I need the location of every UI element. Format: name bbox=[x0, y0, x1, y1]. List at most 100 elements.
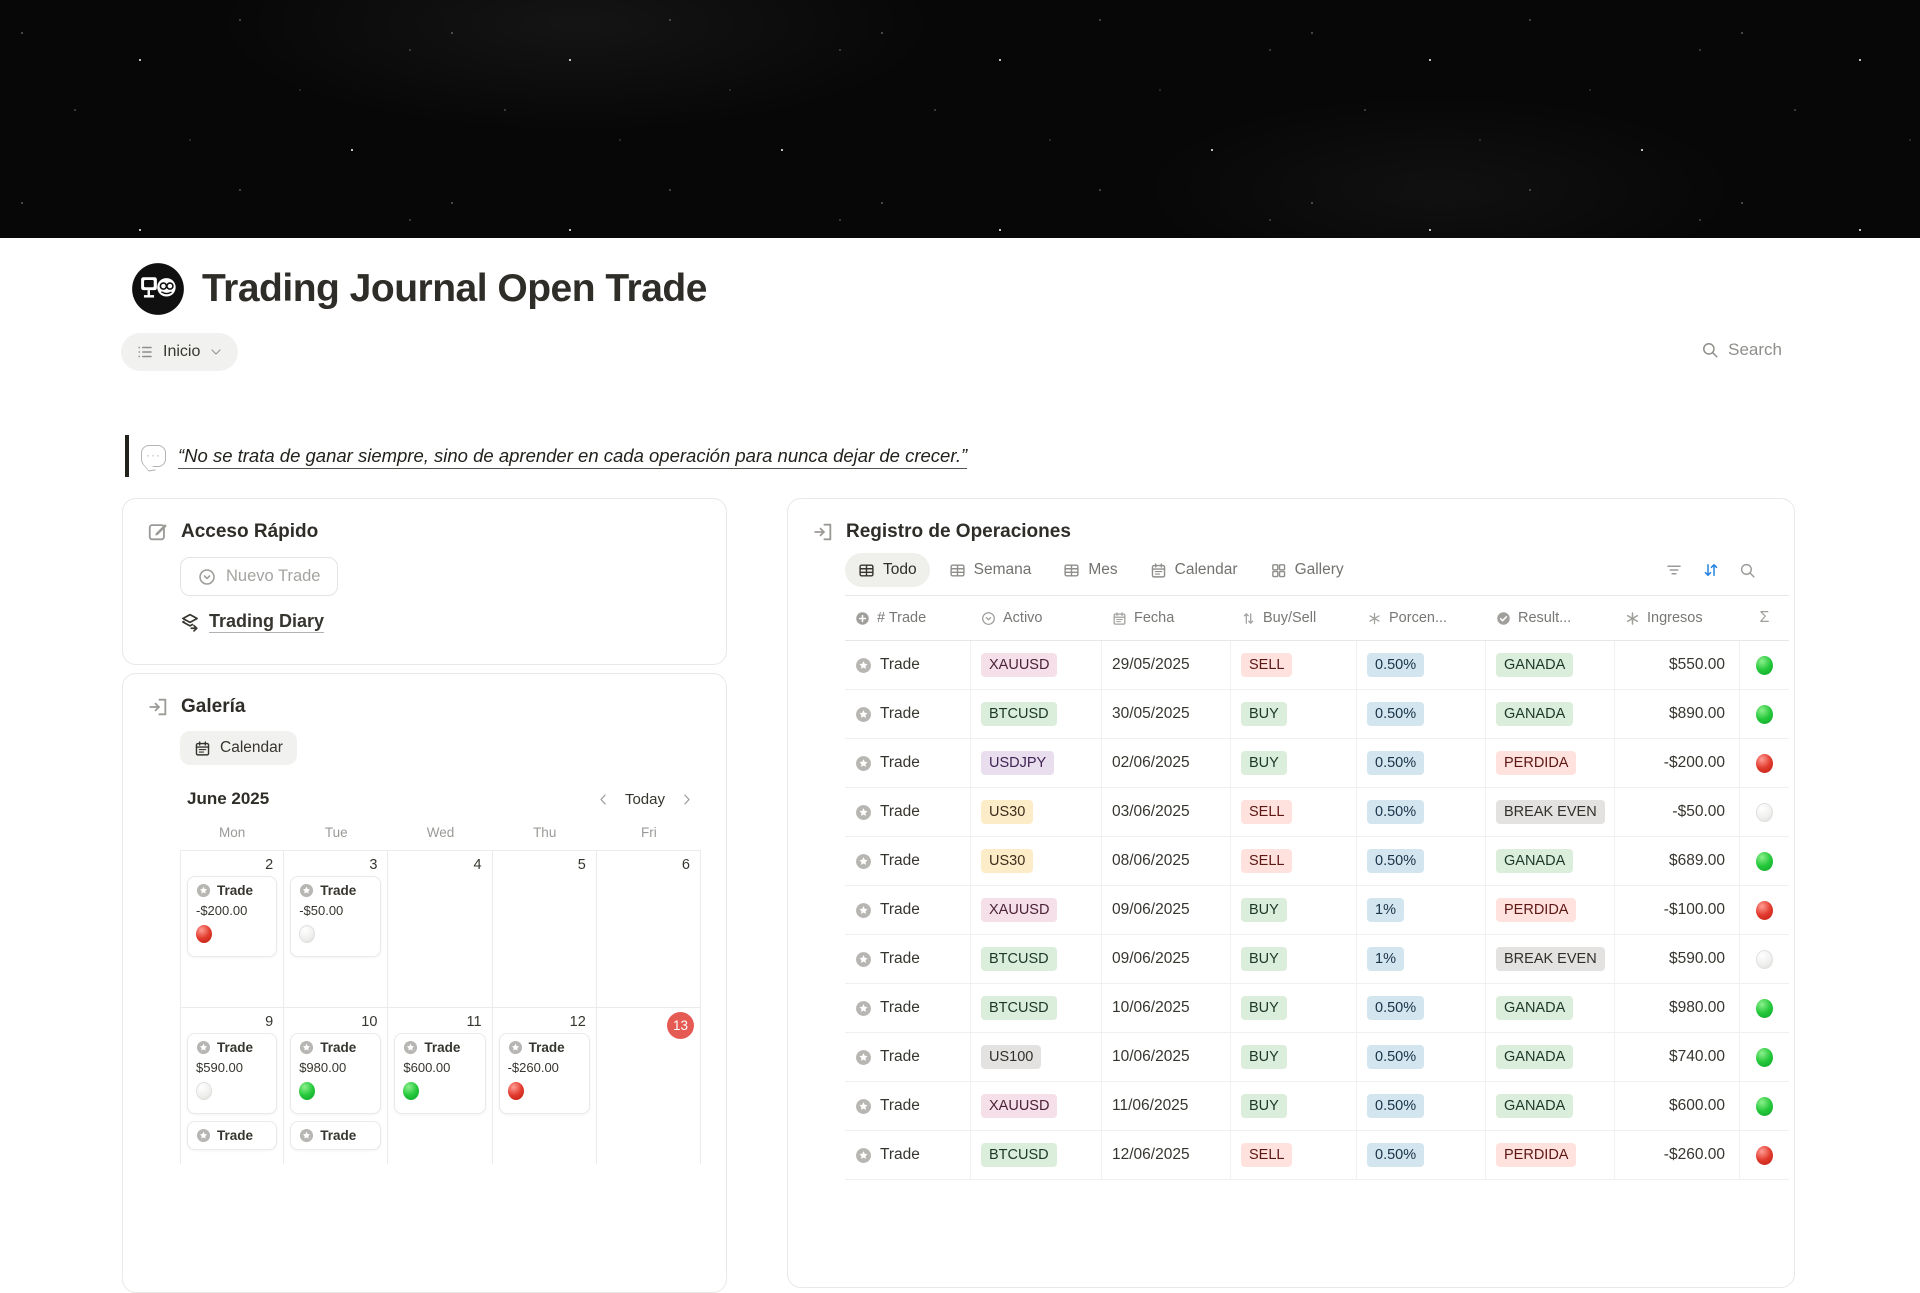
ingresos-cell[interactable]: $550.00 bbox=[1615, 641, 1740, 689]
fecha-cell[interactable]: 29/05/2025 bbox=[1102, 641, 1231, 689]
activo-cell[interactable]: US30 bbox=[971, 788, 1102, 836]
trade-cell[interactable]: Trade bbox=[845, 739, 971, 787]
ingresos-cell[interactable]: $890.00 bbox=[1615, 690, 1740, 738]
resultado-cell[interactable]: GANADA bbox=[1486, 837, 1615, 885]
table-row[interactable]: Trade BTCUSD 10/06/2025 BUY 0.50% GANADA… bbox=[845, 984, 1789, 1033]
col-header-porcentaje[interactable]: Porcen... bbox=[1357, 596, 1486, 640]
search-button[interactable]: Search bbox=[1701, 340, 1782, 360]
col-header-resultado[interactable]: Result... bbox=[1486, 596, 1615, 640]
table-row[interactable]: Trade US30 08/06/2025 SELL 0.50% GANADA … bbox=[845, 837, 1789, 886]
porcentaje-cell[interactable]: 0.50% bbox=[1357, 1082, 1486, 1130]
trade-cell[interactable]: Trade bbox=[845, 788, 971, 836]
table-row[interactable]: Trade USDJPY 02/06/2025 BUY 0.50% PERDID… bbox=[845, 739, 1789, 788]
resultado-cell[interactable]: PERDIDA bbox=[1486, 886, 1615, 934]
ingresos-cell[interactable]: -$50.00 bbox=[1615, 788, 1740, 836]
fecha-cell[interactable]: 11/06/2025 bbox=[1102, 1082, 1231, 1130]
sort-icon[interactable] bbox=[1702, 561, 1720, 579]
resultado-cell[interactable]: GANADA bbox=[1486, 1033, 1615, 1081]
ingresos-cell[interactable]: $689.00 bbox=[1615, 837, 1740, 885]
porcentaje-cell[interactable]: 0.50% bbox=[1357, 984, 1486, 1032]
fecha-cell[interactable]: 10/06/2025 bbox=[1102, 1033, 1231, 1081]
resultado-cell[interactable]: PERDIDA bbox=[1486, 1131, 1615, 1179]
status-cell[interactable] bbox=[1740, 788, 1789, 836]
trade-cell[interactable]: Trade bbox=[845, 984, 971, 1032]
calendar-event-card[interactable]: Trade $590.00 bbox=[187, 1033, 277, 1114]
trade-cell[interactable]: Trade bbox=[845, 886, 971, 934]
status-cell[interactable] bbox=[1740, 837, 1789, 885]
buysell-cell[interactable]: SELL bbox=[1231, 788, 1357, 836]
status-cell[interactable] bbox=[1740, 984, 1789, 1032]
resultado-cell[interactable]: PERDIDA bbox=[1486, 739, 1615, 787]
col-header-trade[interactable]: # Trade bbox=[845, 596, 971, 640]
calendar-day-cell[interactable]: 13 bbox=[597, 1008, 701, 1164]
ingresos-cell[interactable]: -$100.00 bbox=[1615, 886, 1740, 934]
porcentaje-cell[interactable]: 0.50% bbox=[1357, 739, 1486, 787]
trade-cell[interactable]: Trade bbox=[845, 1082, 971, 1130]
tab-gallery[interactable]: Gallery bbox=[1257, 553, 1357, 587]
calendar-day-cell[interactable]: 5 bbox=[493, 851, 597, 1007]
calendar-event-card[interactable]: Trade $600.00 bbox=[394, 1033, 485, 1114]
table-row[interactable]: Trade US30 03/06/2025 SELL 0.50% BREAK E… bbox=[845, 788, 1789, 837]
resultado-cell[interactable]: BREAK EVEN bbox=[1486, 788, 1615, 836]
buysell-cell[interactable]: BUY bbox=[1231, 935, 1357, 983]
calendar-event-card[interactable]: Trade -$260.00 bbox=[499, 1033, 590, 1114]
status-cell[interactable] bbox=[1740, 1082, 1789, 1130]
activo-cell[interactable]: US100 bbox=[971, 1033, 1102, 1081]
trade-cell[interactable]: Trade bbox=[845, 935, 971, 983]
fecha-cell[interactable]: 09/06/2025 bbox=[1102, 886, 1231, 934]
porcentaje-cell[interactable]: 1% bbox=[1357, 886, 1486, 934]
page-logo-icon[interactable] bbox=[131, 262, 185, 316]
tab-semana[interactable]: Semana bbox=[936, 553, 1045, 587]
table-row[interactable]: Trade XAUUSD 09/06/2025 BUY 1% PERDIDA -… bbox=[845, 886, 1789, 935]
col-header-ingresos[interactable]: Ingresos bbox=[1615, 596, 1740, 640]
fecha-cell[interactable]: 10/06/2025 bbox=[1102, 984, 1231, 1032]
trade-cell[interactable]: Trade bbox=[845, 837, 971, 885]
resultado-cell[interactable]: BREAK EVEN bbox=[1486, 935, 1615, 983]
prev-month-icon[interactable] bbox=[596, 792, 611, 807]
ingresos-cell[interactable]: $980.00 bbox=[1615, 984, 1740, 1032]
trade-cell[interactable]: Trade bbox=[845, 1131, 971, 1179]
fecha-cell[interactable]: 12/06/2025 bbox=[1102, 1131, 1231, 1179]
porcentaje-cell[interactable]: 0.50% bbox=[1357, 788, 1486, 836]
today-button[interactable]: Today bbox=[625, 791, 665, 808]
calendar-day-cell[interactable]: 12 Trade -$260.00 bbox=[493, 1008, 597, 1164]
buysell-cell[interactable]: BUY bbox=[1231, 1082, 1357, 1130]
activo-cell[interactable]: BTCUSD bbox=[971, 935, 1102, 983]
table-row[interactable]: Trade US100 10/06/2025 BUY 0.50% GANADA … bbox=[845, 1033, 1789, 1082]
status-cell[interactable] bbox=[1740, 886, 1789, 934]
ingresos-cell[interactable]: $600.00 bbox=[1615, 1082, 1740, 1130]
activo-cell[interactable]: XAUUSD bbox=[971, 641, 1102, 689]
col-header-fecha[interactable]: Fecha bbox=[1102, 596, 1231, 640]
next-month-icon[interactable] bbox=[679, 792, 694, 807]
fecha-cell[interactable]: 03/06/2025 bbox=[1102, 788, 1231, 836]
porcentaje-cell[interactable]: 1% bbox=[1357, 935, 1486, 983]
buysell-cell[interactable]: BUY bbox=[1231, 886, 1357, 934]
ingresos-cell[interactable]: -$260.00 bbox=[1615, 1131, 1740, 1179]
table-row[interactable]: Trade XAUUSD 29/05/2025 SELL 0.50% GANAD… bbox=[845, 641, 1789, 690]
filter-icon[interactable] bbox=[1665, 561, 1683, 579]
porcentaje-cell[interactable]: 0.50% bbox=[1357, 837, 1486, 885]
calendar-day-cell[interactable]: 10 Trade $980.00 Trade bbox=[284, 1008, 388, 1164]
calendar-day-cell[interactable]: 9 Trade $590.00 Trade bbox=[180, 1008, 284, 1164]
resultado-cell[interactable]: GANADA bbox=[1486, 1082, 1615, 1130]
search-icon[interactable] bbox=[1739, 562, 1756, 579]
fecha-cell[interactable]: 09/06/2025 bbox=[1102, 935, 1231, 983]
resultado-cell[interactable]: GANADA bbox=[1486, 690, 1615, 738]
buysell-cell[interactable]: SELL bbox=[1231, 641, 1357, 689]
tab-calendar[interactable]: Calendar bbox=[1137, 553, 1251, 587]
fecha-cell[interactable]: 08/06/2025 bbox=[1102, 837, 1231, 885]
calendar-day-cell[interactable]: 6 bbox=[597, 851, 701, 1007]
fecha-cell[interactable]: 02/06/2025 bbox=[1102, 739, 1231, 787]
calendar-event-card[interactable]: Trade bbox=[187, 1121, 277, 1150]
buysell-cell[interactable]: BUY bbox=[1231, 984, 1357, 1032]
activo-cell[interactable]: BTCUSD bbox=[971, 690, 1102, 738]
inicio-nav-button[interactable]: Inicio bbox=[121, 333, 238, 371]
buysell-cell[interactable]: BUY bbox=[1231, 739, 1357, 787]
porcentaje-cell[interactable]: 0.50% bbox=[1357, 690, 1486, 738]
table-row[interactable]: Trade XAUUSD 11/06/2025 BUY 0.50% GANADA… bbox=[845, 1082, 1789, 1131]
ingresos-cell[interactable]: $740.00 bbox=[1615, 1033, 1740, 1081]
new-trade-button[interactable]: Nuevo Trade bbox=[180, 557, 338, 596]
activo-cell[interactable]: USDJPY bbox=[971, 739, 1102, 787]
calendar-event-card[interactable]: Trade -$50.00 bbox=[290, 876, 381, 957]
col-header-activo[interactable]: Activo bbox=[971, 596, 1102, 640]
